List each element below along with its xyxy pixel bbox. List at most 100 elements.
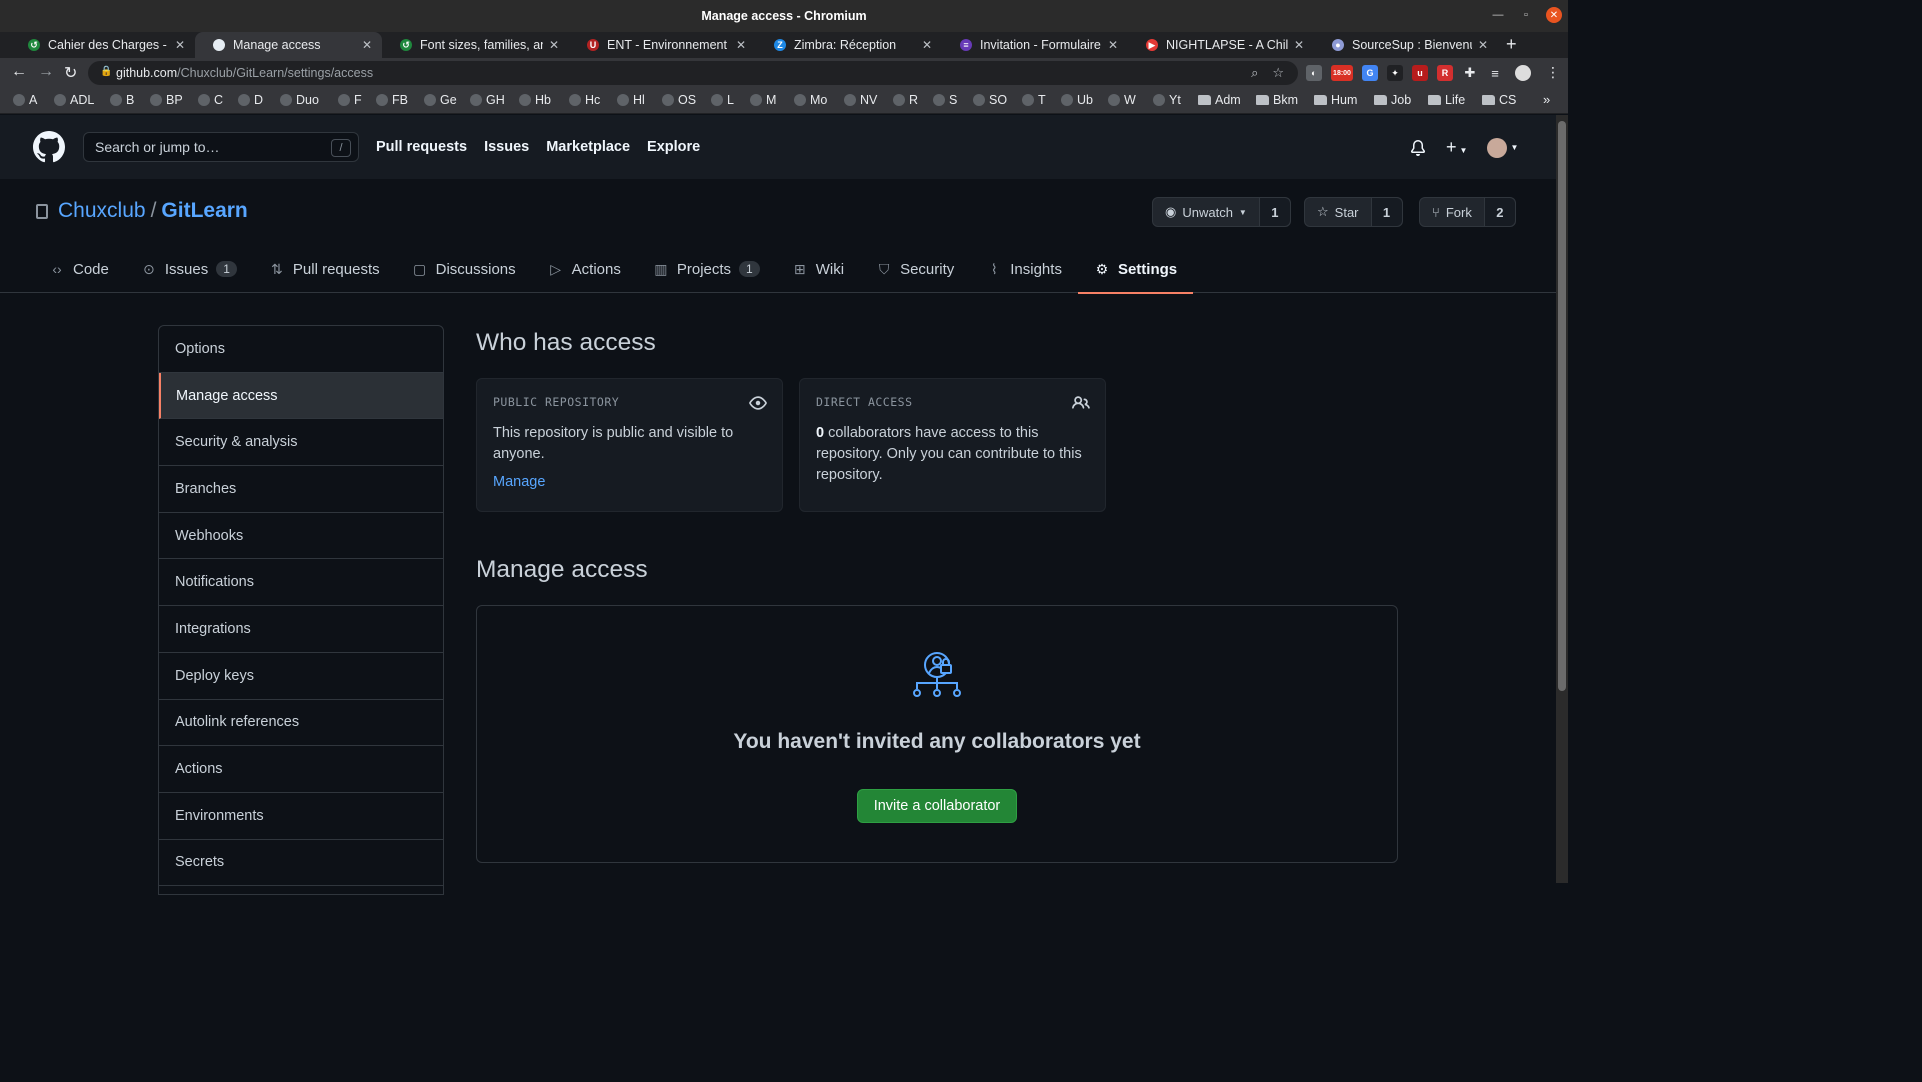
puzzle-icon[interactable]: ✚ — [1462, 65, 1478, 81]
bookmark-item[interactable]: D — [238, 93, 263, 107]
repo-name-link[interactable]: GitLearn — [161, 199, 247, 223]
search-input[interactable] — [95, 139, 315, 155]
watchers-count[interactable]: 1 — [1259, 198, 1290, 226]
nav-marketplace[interactable]: Marketplace — [546, 139, 630, 155]
bookmark-item[interactable]: Hb — [519, 93, 551, 107]
star-button[interactable]: ☆ Star — [1305, 198, 1372, 226]
translate-extension-icon[interactable]: G — [1362, 65, 1378, 81]
extension-badge[interactable]: 18:00 — [1331, 65, 1353, 81]
nav-pull-requests[interactable]: Pull requests — [376, 139, 467, 155]
extension-icon[interactable]: ✦ — [1387, 65, 1403, 81]
tab-code[interactable]: ‹› Code — [33, 245, 125, 293]
sidebar-item-deploy-keys[interactable]: Deploy keys — [159, 653, 443, 700]
nav-issues[interactable]: Issues — [484, 139, 529, 155]
extension-icon[interactable]: ◐ — [1306, 65, 1322, 81]
tab-close-icon[interactable]: ✕ — [1478, 38, 1488, 52]
tab-close-icon[interactable]: ✕ — [362, 38, 372, 52]
bookmark-item[interactable]: Hl — [617, 93, 645, 107]
bookmark-item[interactable]: T — [1022, 93, 1046, 107]
tab-close-icon[interactable]: ✕ — [736, 38, 746, 52]
tab-insights[interactable]: ⌇ Insights — [970, 245, 1078, 293]
bookmark-item[interactable]: F — [338, 93, 362, 107]
ublock-extension-icon[interactable]: u — [1412, 65, 1428, 81]
bookmark-item[interactable]: L — [711, 93, 734, 107]
lock-icon[interactable]: 🔒 — [100, 66, 112, 77]
tab-wiki[interactable]: ⊞ Wiki — [776, 245, 860, 293]
bookmark-folder[interactable]: Bkm — [1256, 93, 1298, 107]
tab-security[interactable]: ⛉ Security — [860, 245, 970, 293]
bookmark-folder[interactable]: Hum — [1314, 93, 1357, 107]
reload-icon[interactable]: ↻ — [64, 63, 77, 83]
maximize-icon[interactable]: ▫ — [1518, 7, 1534, 23]
sidebar-item-branches[interactable]: Branches — [159, 466, 443, 513]
scrollbar-thumb[interactable] — [1558, 121, 1566, 691]
browser-tab[interactable]: ↺ Font sizes, families, and ✕ — [382, 32, 569, 58]
tab-issues[interactable]: ⊙ Issues 1 — [125, 245, 253, 293]
bookmark-item[interactable]: SO — [973, 93, 1007, 107]
github-search[interactable]: / — [83, 132, 359, 162]
tab-close-icon[interactable]: ✕ — [1294, 38, 1304, 52]
more-bookmarks-icon[interactable]: » — [1543, 92, 1550, 107]
bookmark-item[interactable]: Ge — [424, 93, 457, 107]
bookmark-item[interactable]: ADL — [54, 93, 94, 107]
tab-projects[interactable]: ▥ Projects 1 — [637, 245, 776, 293]
tab-discussions[interactable]: ▢ Discussions — [396, 245, 532, 293]
url-text[interactable]: github.com/Chuxclub/GitLearn/settings/ac… — [116, 66, 373, 80]
bookmark-item[interactable]: Hc — [569, 93, 600, 107]
sidebar-item-environments[interactable]: Environments — [159, 793, 443, 840]
browser-tab[interactable]: ↺ Cahier des Charges - Sta ✕ — [10, 32, 195, 58]
tab-close-icon[interactable]: ✕ — [549, 38, 559, 52]
browser-tab[interactable]: ● SourceSup : Bienvenue ✕ — [1314, 32, 1498, 58]
bookmark-item[interactable]: Yt — [1153, 93, 1181, 107]
create-new-dropdown[interactable]: + ▼ — [1446, 137, 1467, 158]
bookmark-item[interactable]: M — [750, 93, 776, 107]
unwatch-button[interactable]: ◉ Unwatch ▼ — [1153, 198, 1260, 226]
bookmark-item[interactable]: BP — [150, 93, 183, 107]
bookmark-folder[interactable]: CS — [1482, 93, 1516, 107]
forks-count[interactable]: 2 — [1484, 198, 1515, 226]
manage-visibility-link[interactable]: Manage — [493, 474, 545, 490]
tab-close-icon[interactable]: ✕ — [175, 38, 185, 52]
extension-icon[interactable]: R — [1437, 65, 1453, 81]
invite-collaborator-button[interactable]: Invite a collaborator — [857, 789, 1017, 823]
bookmark-item[interactable]: Duo — [280, 93, 319, 107]
tab-pull-requests[interactable]: ⇅ Pull requests — [253, 245, 396, 293]
tab-close-icon[interactable]: ✕ — [1108, 38, 1118, 52]
browser-tab[interactable]: U ENT - Environnement Nu ✕ — [569, 32, 756, 58]
github-logo-icon[interactable] — [33, 131, 65, 163]
bell-icon[interactable] — [1410, 139, 1426, 156]
browser-tab[interactable]: Manage access ✕ — [195, 32, 382, 58]
stars-count[interactable]: 1 — [1371, 198, 1402, 226]
back-icon[interactable]: ← — [11, 63, 27, 81]
fork-button[interactable]: ⑂ Fork — [1420, 198, 1485, 226]
bookmark-item[interactable]: NV — [844, 93, 877, 107]
bookmark-item[interactable]: OS — [662, 93, 696, 107]
bookmark-folder[interactable]: Life — [1428, 93, 1465, 107]
tab-close-icon[interactable]: ✕ — [922, 38, 932, 52]
address-bar[interactable]: 🔒 github.com/Chuxclub/GitLearn/settings/… — [88, 61, 1298, 85]
nav-explore[interactable]: Explore — [647, 139, 700, 155]
media-icon[interactable]: ≡ — [1487, 65, 1503, 81]
close-icon[interactable]: ✕ — [1546, 7, 1562, 23]
browser-tab[interactable]: ≡ Invitation - Formulaire d ✕ — [942, 32, 1128, 58]
bookmark-folder[interactable]: Job — [1374, 93, 1411, 107]
sidebar-item-options[interactable]: Options — [159, 326, 443, 373]
sidebar-item-security-analysis[interactable]: Security & analysis — [159, 419, 443, 467]
browser-tab[interactable]: ▶ NIGHTLAPSE - A Chill ✕ — [1128, 32, 1314, 58]
bookmark-item[interactable]: Ub — [1061, 93, 1093, 107]
bookmark-item[interactable]: S — [933, 93, 957, 107]
tab-actions[interactable]: ▷ Actions — [532, 245, 637, 293]
zoom-icon[interactable]: ⌕ — [1251, 65, 1258, 81]
bookmark-folder[interactable]: Adm — [1198, 93, 1241, 107]
bookmark-item[interactable]: W — [1108, 93, 1136, 107]
bookmark-item[interactable]: R — [893, 93, 918, 107]
bookmark-item[interactable]: Mo — [794, 93, 827, 107]
sidebar-item-integrations[interactable]: Integrations — [159, 606, 443, 653]
tab-settings[interactable]: ⚙ Settings — [1077, 245, 1194, 294]
sidebar-item-notifications[interactable]: Notifications — [159, 559, 443, 607]
bookmark-star-icon[interactable]: ☆ — [1272, 65, 1284, 81]
bookmark-item[interactable]: C — [198, 93, 223, 107]
new-tab-icon[interactable]: + — [1506, 34, 1517, 55]
profile-avatar[interactable] — [1515, 65, 1531, 81]
browser-tab[interactable]: Z Zimbra: Réception ✕ — [756, 32, 942, 58]
